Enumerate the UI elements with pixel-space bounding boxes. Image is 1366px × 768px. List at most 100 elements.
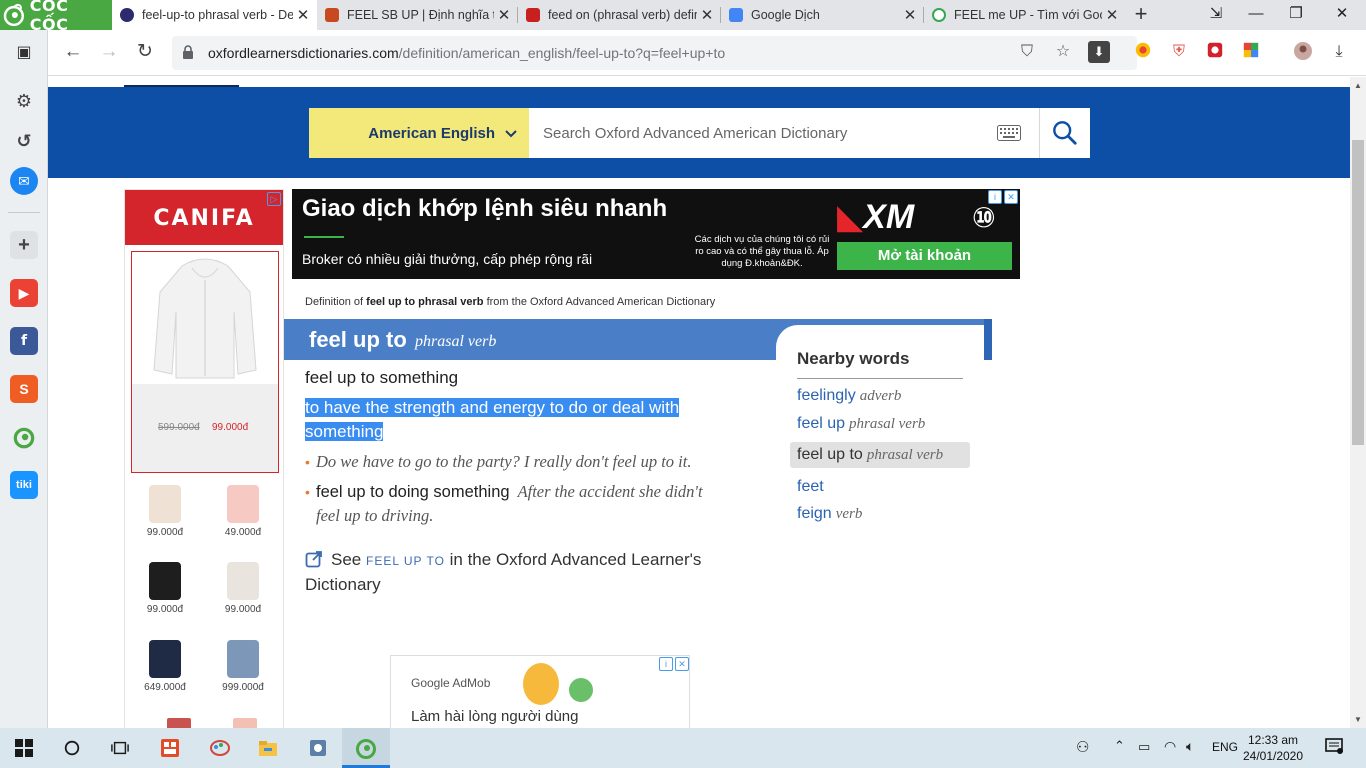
extension-colorful-icon[interactable] [1240,41,1262,63]
adchoices-icon[interactable]: i [659,657,673,671]
scroll-up-icon[interactable]: ▲ [1353,81,1363,90]
canifa-product[interactable]: 649.000đ [135,640,195,693]
close-tab-icon[interactable]: ✕ [494,6,514,24]
see-also-link[interactable]: See FEEL UP TO in the Oxford Advanced Le… [305,548,725,597]
close-tab-icon[interactable]: ✕ [900,6,920,24]
taskbar-app-settings-icon[interactable] [294,728,342,768]
close-tab-icon[interactable]: ✕ [1102,6,1122,24]
task-view-icon[interactable] [96,728,144,768]
xm-banner-ad[interactable]: Giao dịch khớp lệnh siêu nhanh Broker có… [292,189,1020,279]
address-toolbar: ← → ↻ oxfordlearnersdictionaries.com/def… [48,30,1366,76]
canifa-product[interactable]: 49.000đ [213,485,273,538]
taskbar-app-office-icon[interactable] [146,728,194,768]
sidebar-divider [8,212,40,213]
nearby-word: feet [797,478,824,495]
history-icon[interactable]: ↺ [10,127,38,155]
add-shortcut-icon[interactable]: + [10,231,38,259]
canifa-product[interactable]: 999.000đ [213,640,273,693]
nearby-word-feet[interactable]: feet [797,478,824,496]
tab-feel-up-to[interactable]: feel-up-to phrasal verb - De ✕ [112,0,317,30]
tab-feel-sb-up[interactable]: FEEL SB UP | Định nghĩa tro ✕ [317,0,518,30]
volume-icon[interactable]: 🔈︎ [1186,738,1194,755]
xm-open-account-button[interactable]: Mở tài khoản [837,242,1012,270]
tab-search-icon[interactable]: ⇲ [1196,0,1236,30]
ad-close-icon[interactable]: ✕ [675,657,689,671]
product-image [227,562,259,600]
tab-feed-on[interactable]: feed on (phrasal verb) defin ✕ [518,0,721,30]
nearby-word-feelingly[interactable]: feelingly adverb [797,387,901,405]
tiki-icon[interactable]: tiki [10,471,38,499]
taskbar-clock[interactable]: 12:33 am 24/01/2020 [1232,732,1314,764]
close-tab-icon[interactable]: ✕ [293,6,313,24]
cortana-search-icon[interactable] [48,728,96,768]
definition-line-1: to have the strength and energy to do or… [305,398,680,417]
bookmark-star-icon[interactable]: ☆ [1052,41,1074,63]
xm-headline: Giao dịch khớp lệnh siêu nhanh [302,195,668,222]
nearby-word-feel-up-to-current[interactable]: feel up to phrasal verb [790,442,970,468]
back-arrow-icon[interactable]: ← [60,40,86,66]
profile-avatar[interactable] [1292,41,1314,63]
ad-close-icon[interactable]: ✕ [1004,190,1018,204]
notifications-icon[interactable] [1324,736,1344,756]
coccoc-extension-icon[interactable] [10,423,38,451]
canifa-featured-product[interactable]: 599.000đ 99.000đ [131,251,279,473]
nearby-word-feign[interactable]: feign verb [797,505,862,523]
definition: to have the strength and energy to do or… [305,396,755,444]
keyboard-icon[interactable] [997,125,1021,141]
page-scrollbar[interactable]: ▲ ▼ [1350,77,1366,728]
canifa-product[interactable]: 99.000đ [135,562,195,615]
tab-google-dich[interactable]: Google Dịch ✕ [721,0,924,30]
admob-ad[interactable]: Google AdMob i ✕ Làm hài lòng người dùng [390,655,690,728]
download-icon[interactable]: ⤓ [1328,41,1350,63]
see-term[interactable]: FEEL UP TO [366,554,445,568]
download-manager-icon[interactable]: ⬇ [1088,41,1110,63]
file-explorer-icon[interactable] [244,728,292,768]
search-icon [1053,121,1077,145]
reload-icon[interactable]: ↻ [132,40,158,66]
extension-coccoc-icon[interactable] [1132,41,1154,63]
windows-start-icon[interactable] [0,728,48,768]
example-text-line-1: After the accident she didn't [517,482,703,501]
search-input[interactable] [529,108,979,158]
shopee-icon[interactable]: S [10,375,38,403]
minimize-icon[interactable]: — [1236,0,1276,30]
close-tab-icon[interactable]: ✕ [697,6,717,24]
search-button[interactable] [1039,108,1090,158]
adchoices-icon[interactable]: i [988,190,1002,204]
shield-icon[interactable]: ⛉ [1016,41,1038,63]
people-icon[interactable]: ⚇ [1076,738,1089,756]
show-hidden-icons-icon[interactable]: ⌃ [1114,738,1125,754]
dictionary-select-label: American English [368,124,495,142]
canifa-ad[interactable]: CANIFA ▷ 599.000đ 99.000đ 99.000đ 49.000… [124,189,284,728]
canifa-product[interactable]: 99.000đ [135,485,195,538]
dictionary-select[interactable]: American English [309,108,529,158]
example-text-line-2: feel up to driving. [316,506,434,525]
canifa-product[interactable]: 99.000đ [213,562,273,615]
sidebar-toggle-icon[interactable]: ▣ [10,38,38,66]
close-window-icon[interactable]: ✕ [1322,0,1362,30]
oxford-favicon-icon [120,8,134,22]
xm-anniversary-badge: ⑩ [972,202,996,233]
admob-brand: Google AdMob [411,676,491,690]
scrollbar-thumb[interactable] [1352,140,1364,445]
extension-red-icon[interactable] [1204,41,1226,63]
facebook-icon[interactable]: f [10,327,38,355]
nearby-word-feel-up[interactable]: feel up phrasal verb [797,415,925,433]
adchoices-icon[interactable]: ▷ [267,192,281,206]
wifi-icon[interactable]: ◠ [1164,738,1176,755]
tab-feel-me-up[interactable]: FEEL me UP - Tìm với Goog ✕ [924,0,1126,30]
restore-icon[interactable]: ❐ [1276,0,1316,30]
lock-icon [183,45,193,59]
taskbar-app-paint-icon[interactable] [196,728,244,768]
forward-arrow-icon[interactable]: → [96,40,122,66]
youtube-icon[interactable]: ▶ [10,279,38,307]
battery-icon[interactable]: ▭ [1138,739,1150,755]
address-bar[interactable]: oxfordlearnersdictionaries.com/definitio… [172,36,1137,70]
coccoc-taskbar-icon[interactable] [342,728,390,768]
scroll-down-icon[interactable]: ▼ [1353,715,1363,724]
coccoc-brand[interactable]: CỐC CỐC [0,0,112,34]
messenger-icon[interactable]: ✉ [10,167,38,195]
settings-gear-icon[interactable]: ⚙ [10,87,38,115]
new-tab-icon[interactable]: + [1130,3,1152,26]
extension-shield-icon[interactable]: ⛨ [1168,41,1190,63]
